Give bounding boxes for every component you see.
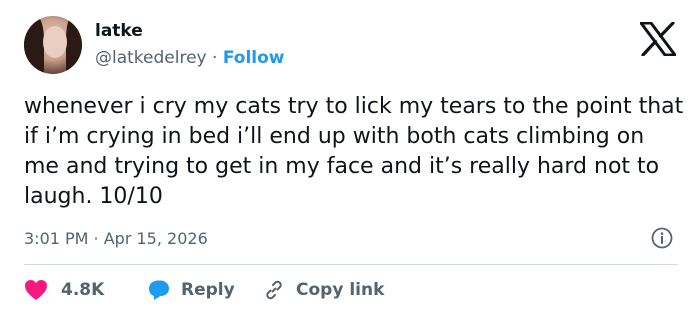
tweet-timestamp[interactable]: 3:01 PM · Apr 15, 2026 xyxy=(24,229,208,248)
divider xyxy=(24,264,678,265)
avatar-hair-right xyxy=(66,16,82,74)
author-handle-row: @latkedelrey · Follow xyxy=(95,48,285,68)
heart-icon xyxy=(25,280,47,300)
tweet-text: whenever i cry my cats try to lick my te… xyxy=(24,94,684,209)
reply-button[interactable]: Reply xyxy=(147,276,235,304)
x-logo-icon[interactable] xyxy=(640,22,676,56)
like-count: 4.8K xyxy=(61,280,105,300)
like-button[interactable]: 4.8K xyxy=(24,276,104,304)
handle-separator: · xyxy=(212,48,218,68)
reply-label: Reply xyxy=(181,280,235,300)
author-name[interactable]: latke xyxy=(95,21,143,41)
copy-link-button[interactable]: Copy link xyxy=(262,276,384,304)
copy-link-label: Copy link xyxy=(296,280,385,300)
link-icon xyxy=(266,280,282,300)
info-icon[interactable] xyxy=(650,226,674,250)
speech-bubble-icon xyxy=(149,280,169,300)
follow-button[interactable]: Follow xyxy=(223,48,285,68)
avatar-hair-left xyxy=(24,16,44,74)
avatar[interactable] xyxy=(24,16,82,74)
author-handle[interactable]: @latkedelrey xyxy=(95,48,207,68)
avatar-face xyxy=(43,26,67,58)
